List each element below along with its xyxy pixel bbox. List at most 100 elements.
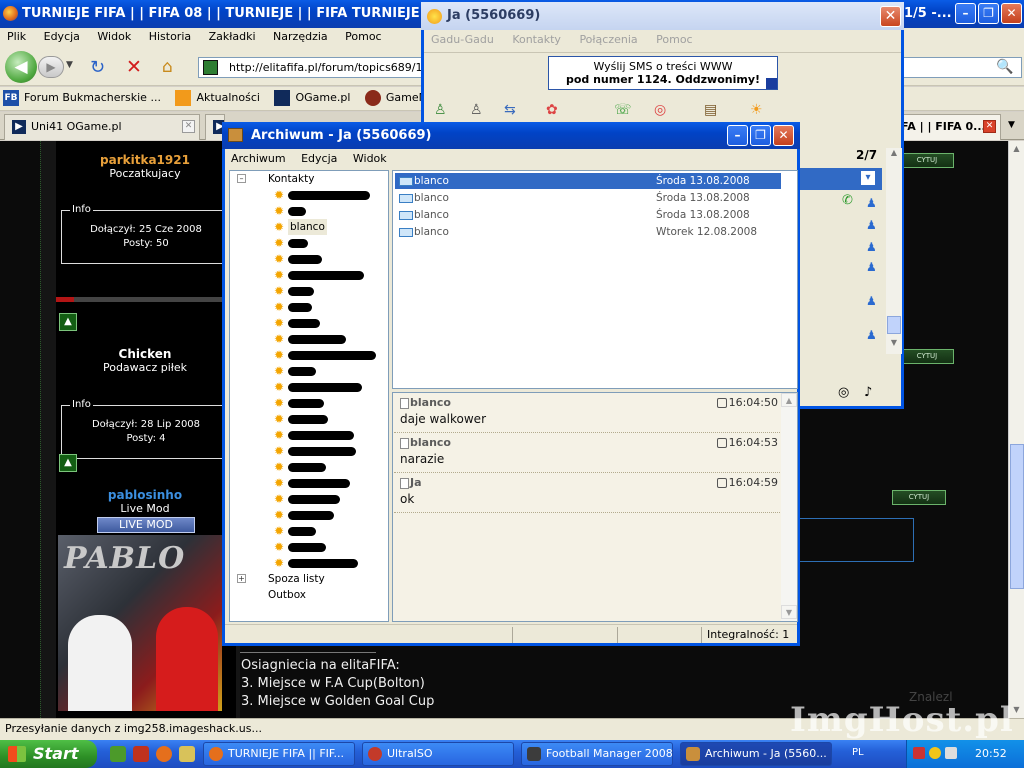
tab-list-icon[interactable]: ▼ (1008, 120, 1015, 130)
gg-quick-icon[interactable] (133, 746, 149, 762)
tree-contact[interactable]: ✹ (230, 235, 388, 251)
language-indicator[interactable]: PL (852, 747, 864, 758)
expand-icon[interactable]: + (237, 574, 246, 583)
menu-edycja[interactable]: Edycja (37, 28, 87, 43)
scroll-up-icon[interactable]: ▲ (1009, 141, 1024, 156)
tree-contact[interactable]: ✹ (230, 555, 388, 571)
contact-tree[interactable]: – Kontakty ✹ ✹ ✹ blanco ✹ ✹ ✹ ✹ ✹ ✹ ✹ ✹ ✹ ✹ ✹ ✹ ✹ ✹ ✹ ✹ ✹ ✹ ✹ ✹… (229, 170, 389, 622)
add-contact-icon[interactable]: ♙ (434, 102, 454, 122)
tree-contact[interactable]: ✹ (230, 283, 388, 299)
message-list[interactable]: blanco Środa 13.08.2008 blanco Środa 13.… (392, 170, 798, 389)
quote-button[interactable]: CYTUJ (900, 349, 954, 364)
profile-username[interactable]: parkitka1921 (58, 153, 232, 167)
tree-contact[interactable]: ✹ (230, 347, 388, 363)
tree-contact[interactable]: ✹ (230, 379, 388, 395)
quote-button[interactable]: CYTUJ (892, 490, 946, 505)
menu-narzedzia[interactable]: Narzędzia (266, 28, 335, 43)
menu-pomoc[interactable]: Pomoc (338, 28, 388, 43)
forward-arrow-icon[interactable]: ▶ (38, 56, 64, 78)
conversation-view[interactable]: blanco 16:04:50 daje walkower blanco 16:… (392, 392, 798, 622)
gg-sms-banner[interactable]: Wyślij SMS o treści WWW pod numer 1124. … (548, 56, 778, 90)
menu-archiwum[interactable]: Archiwum (231, 152, 286, 165)
menu-edycja[interactable]: Edycja (301, 152, 337, 165)
message-row[interactable]: blanco Środa 13.08.2008 (395, 207, 781, 223)
message-row[interactable]: blanco Środa 13.08.2008 (395, 173, 781, 189)
tray-icon[interactable] (945, 747, 957, 759)
scroll-down-icon[interactable]: ▼ (886, 338, 902, 352)
tree-contact[interactable]: ✹ (230, 251, 388, 267)
tree-contact[interactable]: ✹ (230, 315, 388, 331)
bookmark-aktualnosci[interactable]: Aktualności (172, 87, 268, 109)
scrollbar-thumb[interactable] (887, 316, 901, 334)
bookmark-ogame[interactable]: OGame.pl (271, 87, 358, 109)
catalog-icon[interactable]: ▤ (704, 102, 717, 118)
stop-icon[interactable]: ✕ (126, 56, 142, 78)
tree-contact[interactable]: ✹ (230, 491, 388, 507)
menu-historia[interactable]: Historia (142, 28, 198, 43)
import-icon[interactable]: ⇆ (504, 102, 516, 118)
tree-contact[interactable]: ✹ (230, 267, 388, 283)
history-dropdown-icon[interactable]: ▼ (66, 60, 73, 70)
tree-contact[interactable]: ✹ (230, 443, 388, 459)
page-scrollbar[interactable]: ▲ ▼ (1008, 141, 1024, 718)
tree-contact[interactable]: ✹ (230, 411, 388, 427)
gg-selected-contact-row[interactable]: ▾ (796, 168, 882, 190)
utorrent-icon[interactable] (110, 746, 126, 762)
start-button[interactable]: Start (0, 740, 97, 768)
tree-contact[interactable]: ✹ (230, 395, 388, 411)
tree-contact[interactable]: ✹ (230, 331, 388, 347)
task-archiwum[interactable]: Archiwum - Ja (5560... (680, 742, 832, 766)
scroll-down-icon[interactable]: ▼ (781, 605, 797, 619)
minimize-button[interactable]: – (727, 125, 748, 146)
message-row[interactable]: blanco Wtorek 12.08.2008 (395, 224, 781, 240)
go-top-icon[interactable]: ▲ (59, 454, 77, 472)
tab-ogame[interactable]: ▶ Uni41 OGame.pl ✕ (4, 114, 200, 140)
close-button[interactable]: ✕ (1001, 3, 1022, 24)
status-sun-icon[interactable]: ☀ (750, 102, 763, 118)
scroll-up-icon[interactable]: ▲ (781, 393, 797, 407)
home-icon[interactable]: ⌂ (162, 57, 173, 77)
tree-contact[interactable]: ✹ (230, 427, 388, 443)
menu-widok[interactable]: Widok (90, 28, 138, 43)
tree-contact[interactable]: ✹ blanco (230, 219, 388, 235)
reload-icon[interactable]: ↻ (90, 57, 105, 78)
tree-contact[interactable]: ✹ (230, 459, 388, 475)
tab-close-icon[interactable]: ✕ (983, 120, 996, 133)
tree-contact[interactable]: ✹ (230, 187, 388, 203)
back-arrow-icon[interactable]: ◀ (5, 51, 37, 83)
gg-contact-scrollbar[interactable]: ▲ ▼ (886, 148, 902, 354)
radio-fm-icon[interactable]: ◎ (838, 385, 849, 400)
tree-contact[interactable]: ✹ (230, 363, 388, 379)
maximize-button[interactable]: ❐ (750, 125, 771, 146)
scrollbar-thumb[interactable] (1010, 444, 1024, 589)
tree-contact[interactable]: ✹ (230, 203, 388, 219)
menu-widok[interactable]: Widok (353, 152, 387, 165)
minimize-button[interactable]: – (955, 3, 976, 24)
tree-contact[interactable]: ✹ (230, 539, 388, 555)
go-top-icon[interactable]: ▲ (59, 313, 77, 331)
menu-zakladki[interactable]: Zakładki (202, 28, 263, 43)
tree-contact[interactable]: ✹ (230, 523, 388, 539)
phone-icon[interactable]: ✆ (842, 193, 853, 208)
profile-username[interactable]: Chicken (58, 347, 232, 361)
folder-quick-icon[interactable] (179, 746, 195, 762)
task-football-manager[interactable]: Football Manager 2008 (521, 742, 673, 766)
profile-username[interactable]: pablosinho (58, 488, 232, 502)
firefox-quick-icon[interactable] (156, 746, 172, 762)
gg-menu-pomoc[interactable]: Pomoc (656, 33, 692, 46)
gg-menu-polaczenia[interactable]: Połączenia (579, 33, 637, 46)
message-row[interactable]: blanco Środa 13.08.2008 (395, 190, 781, 206)
conversation-scrollbar[interactable]: ▲ ▼ (781, 393, 797, 621)
tree-contact[interactable]: ✹ (230, 299, 388, 315)
collapse-icon[interactable]: – (237, 174, 246, 183)
menu-plik[interactable]: Plik (0, 28, 33, 43)
task-firefox[interactable]: TURNIEJE FIFA || FIF... (203, 742, 355, 766)
gg-close-button[interactable]: ✕ (880, 6, 901, 27)
close-button[interactable]: ✕ (773, 125, 794, 146)
search-icon[interactable]: 🔍 (996, 59, 1013, 75)
gg-menu-gadu[interactable]: Gadu-Gadu (431, 33, 494, 46)
bookmark-forum-bukmacherskie[interactable]: FB Forum Bukmacherskie ... (0, 87, 169, 109)
voice-icon[interactable]: ☏ (614, 102, 632, 118)
multimedia-icon[interactable]: ✿ (546, 102, 558, 118)
tray-icon[interactable] (913, 747, 925, 759)
